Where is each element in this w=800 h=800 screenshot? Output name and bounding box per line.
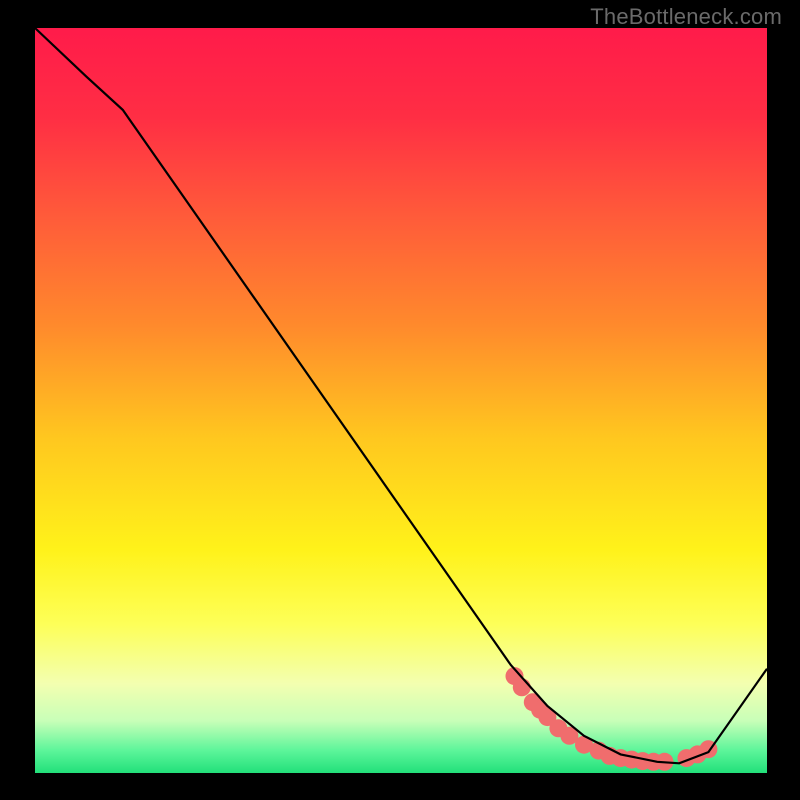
- highlight-dot: [513, 678, 531, 696]
- bottleneck-chart: TheBottleneck.com: [0, 0, 800, 800]
- chart-svg: [0, 0, 800, 800]
- watermark-text: TheBottleneck.com: [590, 4, 782, 30]
